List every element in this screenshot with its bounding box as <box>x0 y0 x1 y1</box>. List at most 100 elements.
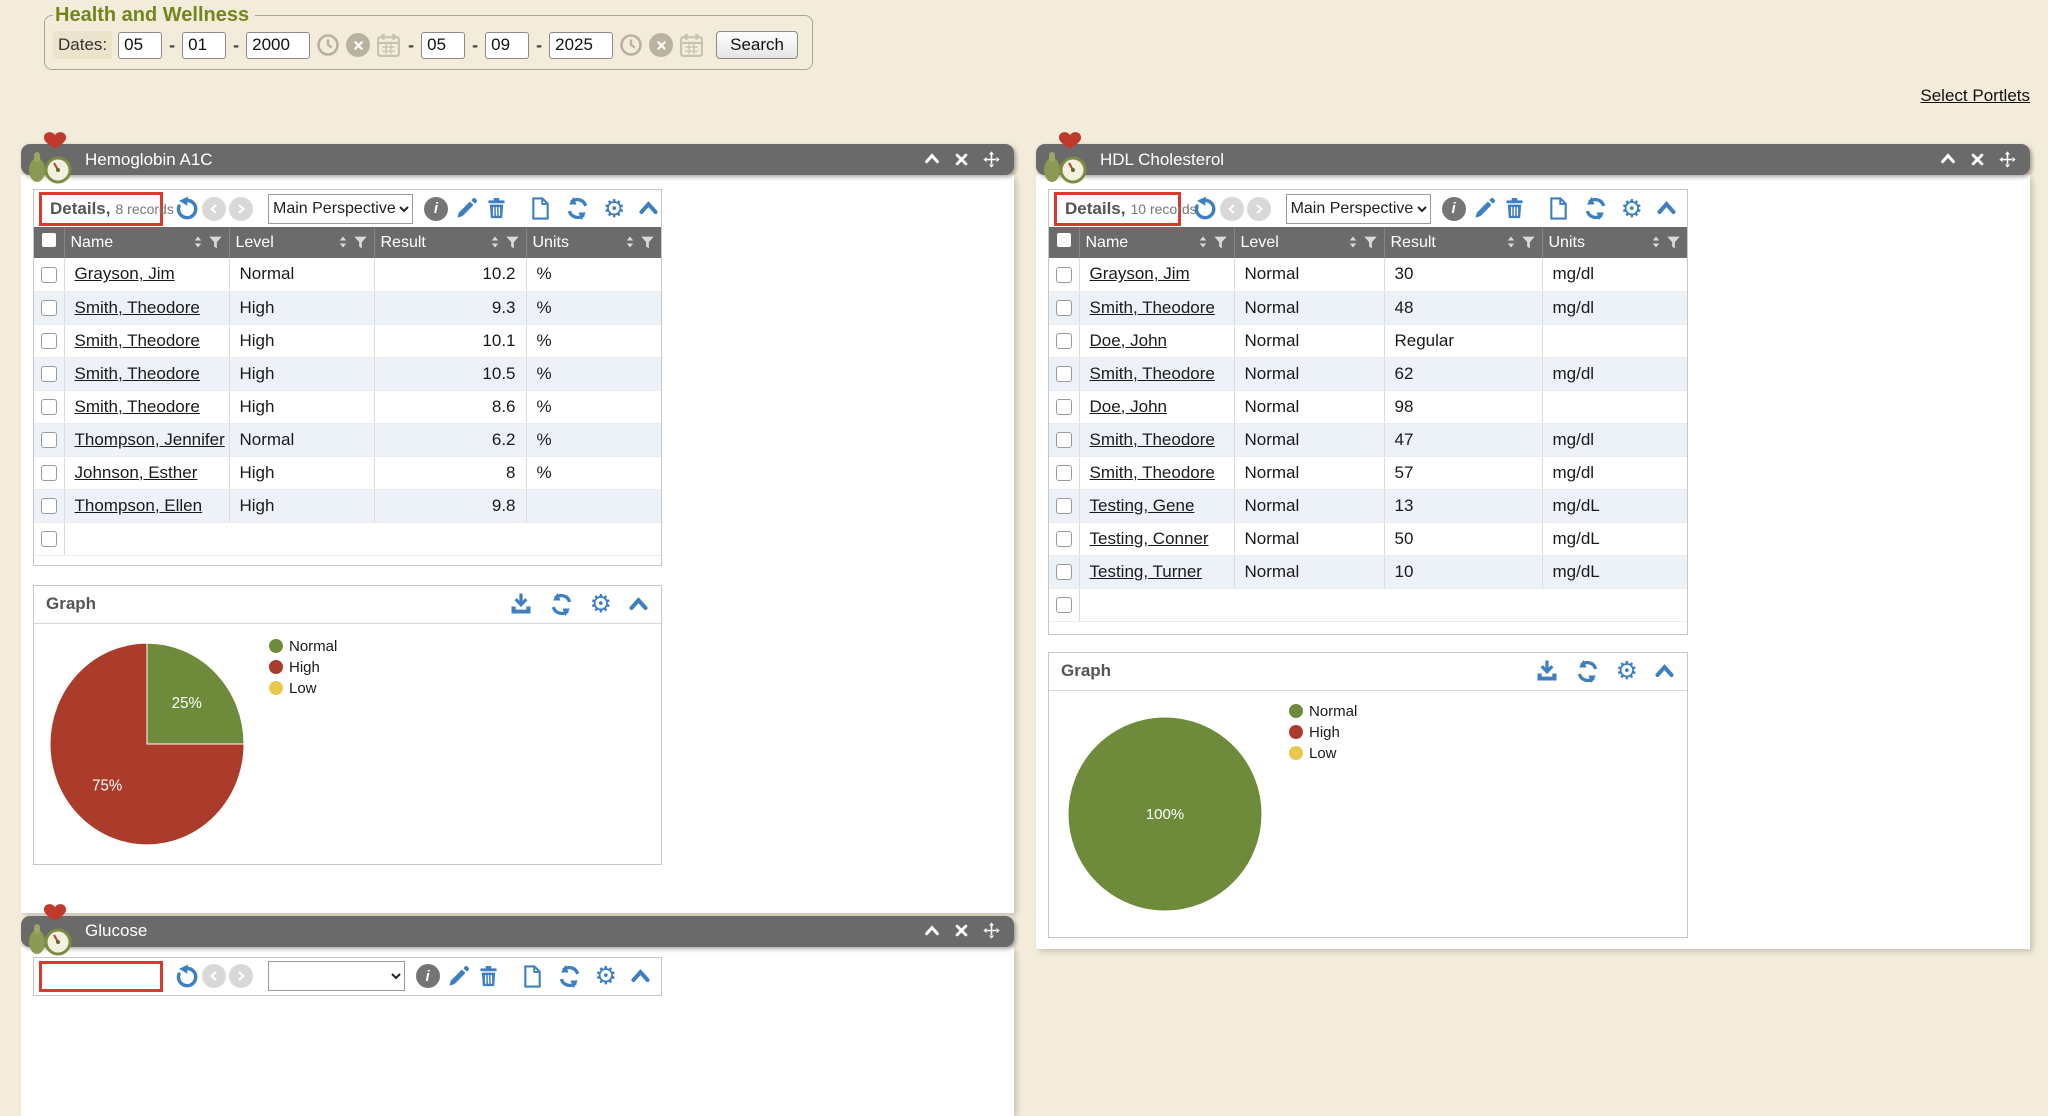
filter-icon[interactable] <box>505 234 520 252</box>
from-day-input[interactable] <box>182 32 226 59</box>
refresh-icon[interactable] <box>1583 196 1608 221</box>
perspective-select[interactable] <box>268 961 405 991</box>
edit-icon[interactable] <box>1473 197 1496 220</box>
row-checkbox[interactable] <box>1056 300 1072 316</box>
from-calendar-icon[interactable] <box>376 33 401 58</box>
patient-name-link[interactable]: Smith, Theodore <box>1090 430 1215 449</box>
row-checkbox[interactable] <box>1056 564 1072 580</box>
collapse-section-icon[interactable] <box>630 966 651 987</box>
row-checkbox[interactable] <box>41 399 57 415</box>
delete-icon[interactable] <box>477 965 500 988</box>
settings-icon[interactable]: ⚙ <box>1621 197 1643 221</box>
row-checkbox[interactable] <box>1056 333 1072 349</box>
to-year-input[interactable] <box>549 32 613 59</box>
row-checkbox[interactable] <box>41 432 57 448</box>
row-checkbox[interactable] <box>41 300 57 316</box>
column-header-name[interactable]: Name <box>64 227 229 258</box>
collapse-section-icon[interactable] <box>638 198 659 219</box>
patient-name-link[interactable]: Johnson, Esther <box>75 463 198 482</box>
refresh-icon[interactable] <box>1575 659 1600 684</box>
patient-name-link[interactable]: Smith, Theodore <box>75 364 200 383</box>
patient-name-link[interactable]: Doe, John <box>1090 331 1168 350</box>
delete-icon[interactable] <box>485 197 508 220</box>
undo-icon[interactable] <box>174 964 199 989</box>
patient-name-link[interactable]: Thompson, Ellen <box>75 496 203 515</box>
patient-name-link[interactable]: Grayson, Jim <box>75 264 175 283</box>
undo-icon[interactable] <box>174 196 199 221</box>
new-record-icon[interactable] <box>521 965 544 988</box>
sort-icon[interactable] <box>1196 234 1210 252</box>
previous-icon[interactable] <box>1220 197 1244 221</box>
row-checkbox[interactable] <box>41 498 57 514</box>
column-header-level[interactable]: Level <box>1234 227 1384 258</box>
to-month-input[interactable] <box>421 32 465 59</box>
column-header-units[interactable]: Units <box>526 227 661 258</box>
sort-icon[interactable] <box>336 234 350 252</box>
to-day-input[interactable] <box>485 32 529 59</box>
row-checkbox[interactable] <box>1056 531 1072 547</box>
move-portlet-icon[interactable] <box>983 922 1000 940</box>
patient-name-link[interactable]: Smith, Theodore <box>1090 298 1215 317</box>
sort-icon[interactable] <box>623 234 637 252</box>
filter-icon[interactable] <box>1213 234 1228 252</box>
patient-name-link[interactable]: Smith, Theodore <box>1090 364 1215 383</box>
previous-icon[interactable] <box>202 197 226 221</box>
delete-icon[interactable] <box>1503 197 1526 220</box>
row-checkbox[interactable] <box>1056 498 1072 514</box>
patient-name-link[interactable]: Smith, Theodore <box>75 298 200 317</box>
undo-icon[interactable] <box>1192 196 1217 221</box>
filter-icon[interactable] <box>1666 234 1681 252</box>
from-year-input[interactable] <box>246 32 310 59</box>
filter-icon[interactable] <box>353 234 368 252</box>
close-portlet-icon[interactable] <box>954 151 969 169</box>
new-record-icon[interactable] <box>529 197 552 220</box>
info-icon[interactable]: i <box>424 197 448 221</box>
collapse-portlet-icon[interactable] <box>924 922 940 940</box>
patient-name-link[interactable]: Grayson, Jim <box>1090 264 1190 283</box>
row-checkbox[interactable] <box>41 333 57 349</box>
patient-name-link[interactable]: Smith, Theodore <box>75 397 200 416</box>
row-checkbox[interactable] <box>41 531 57 547</box>
refresh-icon[interactable] <box>565 196 590 221</box>
row-checkbox[interactable] <box>1056 465 1072 481</box>
collapse-portlet-icon[interactable] <box>1940 151 1956 169</box>
from-clear-icon[interactable] <box>346 33 370 57</box>
info-icon[interactable]: i <box>416 964 440 988</box>
settings-icon[interactable]: ⚙ <box>603 197 625 221</box>
next-icon[interactable] <box>229 964 253 988</box>
next-icon[interactable] <box>229 197 253 221</box>
row-checkbox[interactable] <box>41 366 57 382</box>
filter-icon[interactable] <box>1521 234 1536 252</box>
sort-icon[interactable] <box>1346 234 1360 252</box>
to-calendar-icon[interactable] <box>679 33 704 58</box>
select-portlets-link[interactable]: Select Portlets <box>1920 86 2030 106</box>
select-all-checkbox[interactable] <box>34 227 64 258</box>
from-clock-icon[interactable] <box>316 33 340 57</box>
column-header-name[interactable]: Name <box>1079 227 1234 258</box>
new-record-icon[interactable] <box>1547 197 1570 220</box>
refresh-icon[interactable] <box>549 592 574 617</box>
sort-icon[interactable] <box>488 234 502 252</box>
sort-icon[interactable] <box>1504 234 1518 252</box>
select-all-checkbox[interactable] <box>1049 227 1079 258</box>
column-header-level[interactable]: Level <box>229 227 374 258</box>
patient-name-link[interactable]: Testing, Conner <box>1090 529 1209 548</box>
search-button[interactable]: Search <box>716 31 798 59</box>
patient-name-link[interactable]: Doe, John <box>1090 397 1168 416</box>
filter-icon[interactable] <box>208 234 223 252</box>
sort-icon[interactable] <box>1649 234 1663 252</box>
from-month-input[interactable] <box>118 32 162 59</box>
column-header-result[interactable]: Result <box>1384 227 1542 258</box>
edit-icon[interactable] <box>455 197 478 220</box>
close-portlet-icon[interactable] <box>954 922 969 940</box>
to-clear-icon[interactable] <box>649 33 673 57</box>
previous-icon[interactable] <box>202 964 226 988</box>
row-checkbox[interactable] <box>41 465 57 481</box>
close-portlet-icon[interactable] <box>1970 151 1985 169</box>
filter-icon[interactable] <box>1363 234 1378 252</box>
patient-name-link[interactable]: Thompson, Jennifer <box>75 430 225 449</box>
row-checkbox[interactable] <box>1056 399 1072 415</box>
filter-icon[interactable] <box>640 234 655 252</box>
patient-name-link[interactable]: Smith, Theodore <box>1090 463 1215 482</box>
patient-name-link[interactable]: Smith, Theodore <box>75 331 200 350</box>
